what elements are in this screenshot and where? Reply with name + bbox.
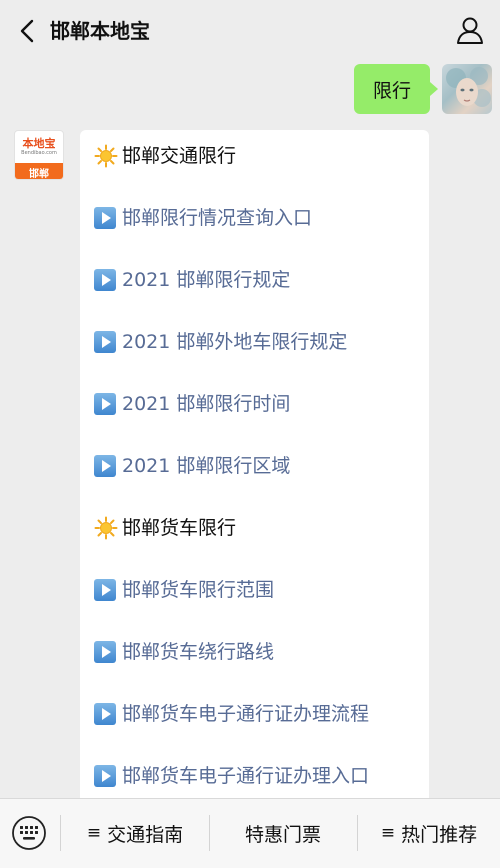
play-icon	[94, 330, 120, 354]
reply-link[interactable]: 2021 邯郸限行时间	[94, 392, 290, 416]
sun-icon	[94, 516, 120, 540]
link-label[interactable]: 邯郸货车限行范围	[122, 578, 274, 602]
account-logo-text: 本地宝	[22, 136, 56, 150]
link-label[interactable]: 2021 邯郸限行时间	[122, 392, 290, 416]
reply-link[interactable]: 邯郸货车电子通行证办理入口	[94, 764, 369, 788]
user-avatar[interactable]	[442, 64, 492, 114]
avatar-image	[446, 67, 491, 107]
reply-link[interactable]: 2021 邯郸限行区域	[94, 454, 290, 478]
menu-button-hot-picks[interactable]: ≡ 热门推荐	[358, 809, 500, 857]
link-label[interactable]: 2021 邯郸限行区域	[122, 454, 290, 478]
reply-link[interactable]: 2021 邯郸外地车限行规定	[94, 330, 347, 354]
link-label[interactable]: 2021 邯郸外地车限行规定	[122, 330, 347, 354]
link-label[interactable]: 邯郸货车绕行路线	[122, 640, 274, 664]
user-message-bubble: 限行	[354, 64, 438, 114]
bottom-menu-bar: ≡ 交通指南 特惠门票 ≡ 热门推荐	[0, 798, 500, 868]
account-logo: 本地宝 Bendibao.com	[15, 131, 63, 163]
play-icon	[94, 702, 120, 726]
play-icon	[94, 454, 120, 478]
menu-list-icon: ≡	[380, 823, 396, 843]
play-icon	[94, 392, 120, 416]
link-label[interactable]: 邯郸货车电子通行证办理入口	[122, 764, 369, 788]
menu-label: 特惠门票	[244, 823, 321, 846]
account-city-label: 邯郸	[15, 163, 63, 179]
page-title: 邯郸本地宝	[50, 19, 150, 43]
section-label: 邯郸交通限行	[122, 145, 237, 167]
sun-icon	[94, 144, 120, 168]
play-icon	[94, 268, 120, 292]
menu-label: 热门推荐	[401, 823, 478, 846]
play-icon	[94, 206, 120, 230]
section-heading: 邯郸交通限行	[94, 144, 236, 168]
section-label: 邯郸货车限行	[122, 517, 237, 539]
section-heading: 邯郸货车限行	[94, 516, 236, 540]
reply-link[interactable]: 邯郸货车绕行路线	[94, 640, 274, 664]
play-icon	[94, 764, 120, 788]
reply-link[interactable]: 邯郸限行情况查询入口	[94, 206, 312, 230]
menu-list-icon: ≡	[86, 823, 102, 843]
menu-label: 交通指南	[107, 823, 184, 846]
reply-link[interactable]: 2021 邯郸限行规定	[94, 268, 290, 292]
link-label[interactable]: 邯郸货车电子通行证办理流程	[122, 702, 369, 726]
top-bar: 邯郸本地宝	[0, 0, 500, 62]
account-site-text: Bendibao.com	[21, 149, 57, 156]
play-icon	[94, 578, 120, 602]
reply-bubble: 邯郸交通限行 邯郸限行情况查询入口 2021 邯郸限行规定 2021 邯郸外地车…	[80, 130, 429, 810]
reply-link[interactable]: 邯郸货车限行范围	[94, 578, 274, 602]
play-icon	[94, 640, 120, 664]
user-message-text: 限行	[372, 79, 411, 102]
menu-button-traffic-guide[interactable]: ≡ 交通指南	[62, 809, 208, 857]
reply-link[interactable]: 邯郸货车电子通行证办理流程	[94, 702, 369, 726]
link-label[interactable]: 2021 邯郸限行规定	[122, 268, 290, 292]
menu-button-discount-tickets[interactable]: 特惠门票	[210, 809, 356, 857]
keyboard-icon[interactable]	[11, 815, 47, 851]
user-profile-icon[interactable]	[454, 14, 486, 46]
back-arrow-icon[interactable]	[14, 16, 42, 46]
link-label[interactable]: 邯郸限行情况查询入口	[122, 206, 312, 230]
menu-divider	[60, 815, 61, 851]
account-avatar[interactable]: 本地宝 Bendibao.com 邯郸	[14, 130, 64, 180]
